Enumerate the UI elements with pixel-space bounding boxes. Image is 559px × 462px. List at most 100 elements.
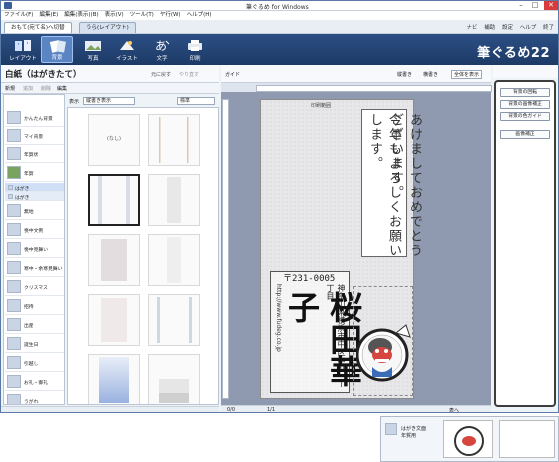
nav-help-link[interactable]: ヘルプ bbox=[520, 25, 537, 31]
category-item[interactable]: 年賀状 bbox=[5, 145, 64, 163]
category-item[interactable]: 誕生日 bbox=[5, 335, 64, 353]
size-select[interactable]: 標準 bbox=[177, 97, 215, 105]
category-item[interactable]: うがれ bbox=[5, 392, 64, 404]
below-thumbnail[interactable] bbox=[499, 420, 555, 458]
panel-title: 白紙（はがきたて） bbox=[5, 70, 82, 80]
illustration-icon bbox=[118, 38, 136, 53]
illustration-button[interactable]: イラスト bbox=[111, 36, 143, 63]
category-thumb-icon bbox=[7, 223, 21, 236]
menu-help[interactable]: ヘルプ(H) bbox=[184, 11, 215, 20]
category-item[interactable]: クリスマス bbox=[5, 278, 64, 296]
category-item[interactable]: 寒中・余寒見舞い bbox=[5, 259, 64, 277]
thumbnail[interactable] bbox=[148, 234, 200, 286]
thumbnail[interactable] bbox=[88, 354, 140, 404]
horizontal-write-button[interactable]: 横書き bbox=[423, 71, 438, 78]
category-item[interactable]: 招待 bbox=[5, 297, 64, 315]
category-sub-item[interactable]: はがき bbox=[5, 183, 64, 192]
nav-links: ナビ 補助 設定 ヘルプ 終了 bbox=[461, 23, 554, 31]
right-panel-header bbox=[493, 65, 558, 78]
redo-button[interactable]: やり直す bbox=[179, 71, 199, 78]
image-correction-button[interactable]: 画像補正 bbox=[500, 130, 550, 139]
minimize-button[interactable]: – bbox=[514, 1, 528, 10]
print-label: 印刷 bbox=[189, 56, 201, 62]
tab-row: おもて(宛て名)へ切替 うら(レイアウト) ナビ 補助 設定 ヘルプ 終了 bbox=[1, 20, 558, 34]
category-item[interactable]: 引越し bbox=[5, 354, 64, 372]
nav-exit-link[interactable]: 終了 bbox=[543, 25, 554, 31]
category-item[interactable]: 年賀 bbox=[5, 164, 64, 182]
category-list[interactable]: かんたん背景 マイ背景 年賀状 年賀 はがき はがき 無地 喪中文例 喪中見舞い… bbox=[3, 94, 65, 405]
horizontal-ruler bbox=[256, 85, 492, 92]
background-icon bbox=[49, 39, 67, 54]
lion-dance-illustration[interactable] bbox=[356, 289, 412, 393]
delete-button[interactable]: 削除 bbox=[41, 85, 51, 92]
view-select[interactable]: 全体を表示 bbox=[451, 70, 483, 79]
menu-bar: ファイル(F) 編集(E) 編集(表示)(B) 表示(V) ツール(T) ヤ行(W) ヘルプ… bbox=[1, 11, 558, 20]
thumbnail-selected[interactable] bbox=[88, 174, 140, 226]
layout-label: レイアウト bbox=[9, 56, 37, 62]
add-button[interactable]: 追加 bbox=[23, 85, 33, 92]
canvas-status-bar: 0/0 1/1 表へ bbox=[221, 405, 491, 413]
photo-button[interactable]: 写真 bbox=[77, 36, 109, 63]
background-button[interactable]: 背景 bbox=[41, 36, 73, 63]
thumbnail[interactable] bbox=[148, 114, 200, 166]
thumbnail[interactable] bbox=[148, 174, 200, 226]
maximize-button[interactable]: □ bbox=[528, 1, 542, 10]
new-button[interactable]: 新規 bbox=[5, 85, 15, 92]
category-thumb-icon bbox=[7, 337, 21, 350]
menu-edit[interactable]: 編集(E) bbox=[36, 11, 61, 20]
menu-file[interactable]: ファイル(F) bbox=[1, 11, 36, 20]
category-item[interactable]: 無地 bbox=[5, 202, 64, 220]
category-thumb-icon bbox=[7, 129, 21, 142]
category-item[interactable]: 喪中見舞い bbox=[5, 240, 64, 258]
edit-button[interactable]: 編集 bbox=[57, 85, 67, 92]
display-select[interactable]: 縦書き表示 bbox=[83, 97, 135, 105]
grid-toolbar: 表示 縦書き表示 標準 bbox=[67, 96, 217, 106]
text-icon: あ bbox=[153, 38, 171, 53]
left-toolbar: 新規 追加 削除 編集 bbox=[1, 83, 219, 94]
print-button[interactable]: 印刷 bbox=[179, 36, 211, 63]
text-button[interactable]: あ 文字 bbox=[146, 36, 178, 63]
rotate-background-button[interactable]: 背景の回転 bbox=[500, 88, 550, 97]
background-image-correction-button[interactable]: 背景の画像補正 bbox=[500, 100, 550, 109]
nav-assist-link[interactable]: 補助 bbox=[484, 25, 495, 31]
left-panel-header: 白紙（はがきたて） 元に戻す やり直す bbox=[1, 65, 219, 83]
category-item[interactable]: マイ背景 bbox=[5, 127, 64, 145]
category-bullet-icon bbox=[8, 194, 13, 199]
close-button[interactable]: ✕ bbox=[544, 1, 558, 10]
left-panel-scrollbar[interactable] bbox=[1, 406, 219, 412]
thumbnail[interactable] bbox=[148, 294, 200, 346]
undo-button[interactable]: 元に戻す bbox=[151, 71, 171, 78]
tab-front-switch[interactable]: おもて(宛て名)へ切替 bbox=[4, 22, 72, 33]
category-bullet-icon bbox=[8, 185, 13, 190]
category-sub-item[interactable]: はがき bbox=[5, 192, 64, 201]
thumbnail[interactable]: (なし) bbox=[88, 114, 140, 166]
category-item[interactable]: 出産 bbox=[5, 316, 64, 334]
page-indicator: 1/1 bbox=[267, 407, 276, 413]
guide-label: ガイド bbox=[225, 72, 241, 78]
thumbnail[interactable] bbox=[88, 294, 140, 346]
category-item[interactable]: かんたん背景 bbox=[5, 109, 64, 127]
category-thumb-icon bbox=[7, 166, 21, 179]
layout-button[interactable]: レイアウト bbox=[7, 36, 39, 63]
menu-edit-view[interactable]: 編集(表示)(B) bbox=[61, 11, 101, 20]
menu-window[interactable]: ヤ行(W) bbox=[157, 11, 184, 20]
category-thumb-icon bbox=[7, 318, 21, 331]
title-bar: 筆ぐるめ for Windows – □ ✕ bbox=[1, 1, 558, 11]
category-item[interactable]: お礼・御礼 bbox=[5, 373, 64, 391]
nav-settings-link[interactable]: 設定 bbox=[502, 25, 513, 31]
vertical-write-button[interactable]: 縦書き bbox=[397, 71, 412, 78]
below-thumbnail[interactable] bbox=[443, 420, 493, 458]
menu-view[interactable]: 表示(V) bbox=[102, 11, 127, 20]
thumbnail[interactable] bbox=[148, 354, 200, 404]
menu-tools[interactable]: ツール(T) bbox=[127, 11, 157, 20]
nav-navi-link[interactable]: ナビ bbox=[466, 25, 477, 31]
to-front-button[interactable]: 表へ bbox=[449, 407, 459, 412]
category-thumb-icon bbox=[385, 423, 397, 435]
category-item[interactable]: 喪中文例 bbox=[5, 221, 64, 239]
background-color-guide-button[interactable]: 背景の色ガイド bbox=[500, 112, 550, 121]
background-tools-panel: 背景の回転 背景の画像補正 背景の色ガイド 画像補正 bbox=[494, 80, 556, 407]
printer-icon bbox=[186, 38, 204, 53]
vertical-ruler bbox=[222, 99, 229, 399]
tab-back-layout[interactable]: うら(レイアウト) bbox=[79, 22, 136, 33]
thumbnail[interactable] bbox=[88, 234, 140, 286]
